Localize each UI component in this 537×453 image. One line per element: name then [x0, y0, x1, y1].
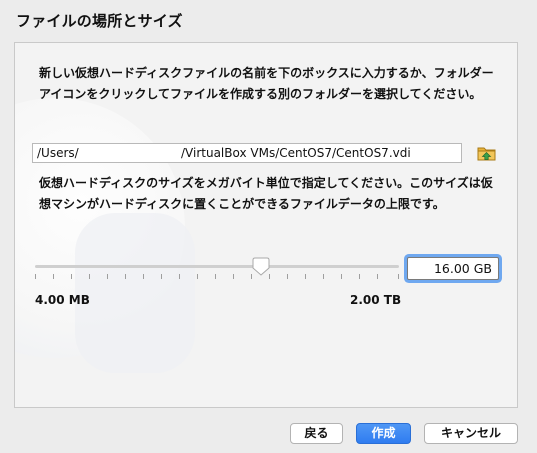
path-end: /VirtualBox VMs/CentOS7/CentOS7.vdi: [181, 146, 411, 160]
folder-with-up-arrow-icon: [477, 147, 496, 161]
slider-tick: [125, 274, 126, 279]
slider-tick: [398, 274, 399, 279]
create-button[interactable]: 作成: [356, 423, 411, 444]
slider-tick: [215, 274, 216, 279]
slider-tick: [305, 274, 306, 279]
slider-tick: [359, 274, 360, 279]
location-description: 新しい仮想ハードディスクファイルの名前を下のボックスに入力するか、フォルダーアイ…: [39, 66, 494, 101]
slider-tick: [179, 274, 180, 279]
size-min-label: 4.00 MB: [35, 293, 90, 307]
back-button[interactable]: 戻る: [290, 423, 343, 444]
size-max-label: 2.00 TB: [350, 293, 402, 307]
dialog-window: ファイルの場所とサイズ 新しい仮想ハードディスクファイルの名前を下のボックスに入…: [0, 0, 537, 453]
file-path-input[interactable]: /Users/ /VirtualBox VMs/CentOS7/CentOS7.…: [32, 143, 462, 163]
slider-tick: [143, 274, 144, 279]
size-slider-thumb[interactable]: [251, 257, 271, 277]
slider-tick: [161, 274, 162, 279]
slider-tick: [377, 274, 378, 279]
choose-folder-button[interactable]: [476, 143, 498, 163]
dialog-title: ファイルの場所とサイズ: [16, 12, 183, 30]
slider-tick: [53, 274, 54, 279]
path-start: /Users/: [37, 146, 79, 160]
slider-tick: [89, 274, 90, 279]
slider-tick: [233, 274, 234, 279]
background-watermark-shape: [75, 213, 195, 373]
slider-tick: [197, 274, 198, 279]
slider-tick: [287, 274, 288, 279]
slider-tick: [71, 274, 72, 279]
slider-knob-icon: [252, 257, 270, 276]
size-slider-track[interactable]: [35, 265, 399, 268]
cancel-button[interactable]: キャンセル: [424, 423, 518, 444]
content-panel: 新しい仮想ハードディスクファイルの名前を下のボックスに入力するか、フォルダーアイ…: [14, 42, 518, 408]
slider-tick: [107, 274, 108, 279]
size-input[interactable]: 16.00 GB: [407, 257, 499, 280]
slider-tick: [323, 274, 324, 279]
slider-tick: [341, 274, 342, 279]
size-description: 仮想ハードディスクのサイズをメガバイト単位で指定してください。このサイズは仮想マ…: [39, 176, 493, 211]
slider-tick: [35, 274, 36, 279]
